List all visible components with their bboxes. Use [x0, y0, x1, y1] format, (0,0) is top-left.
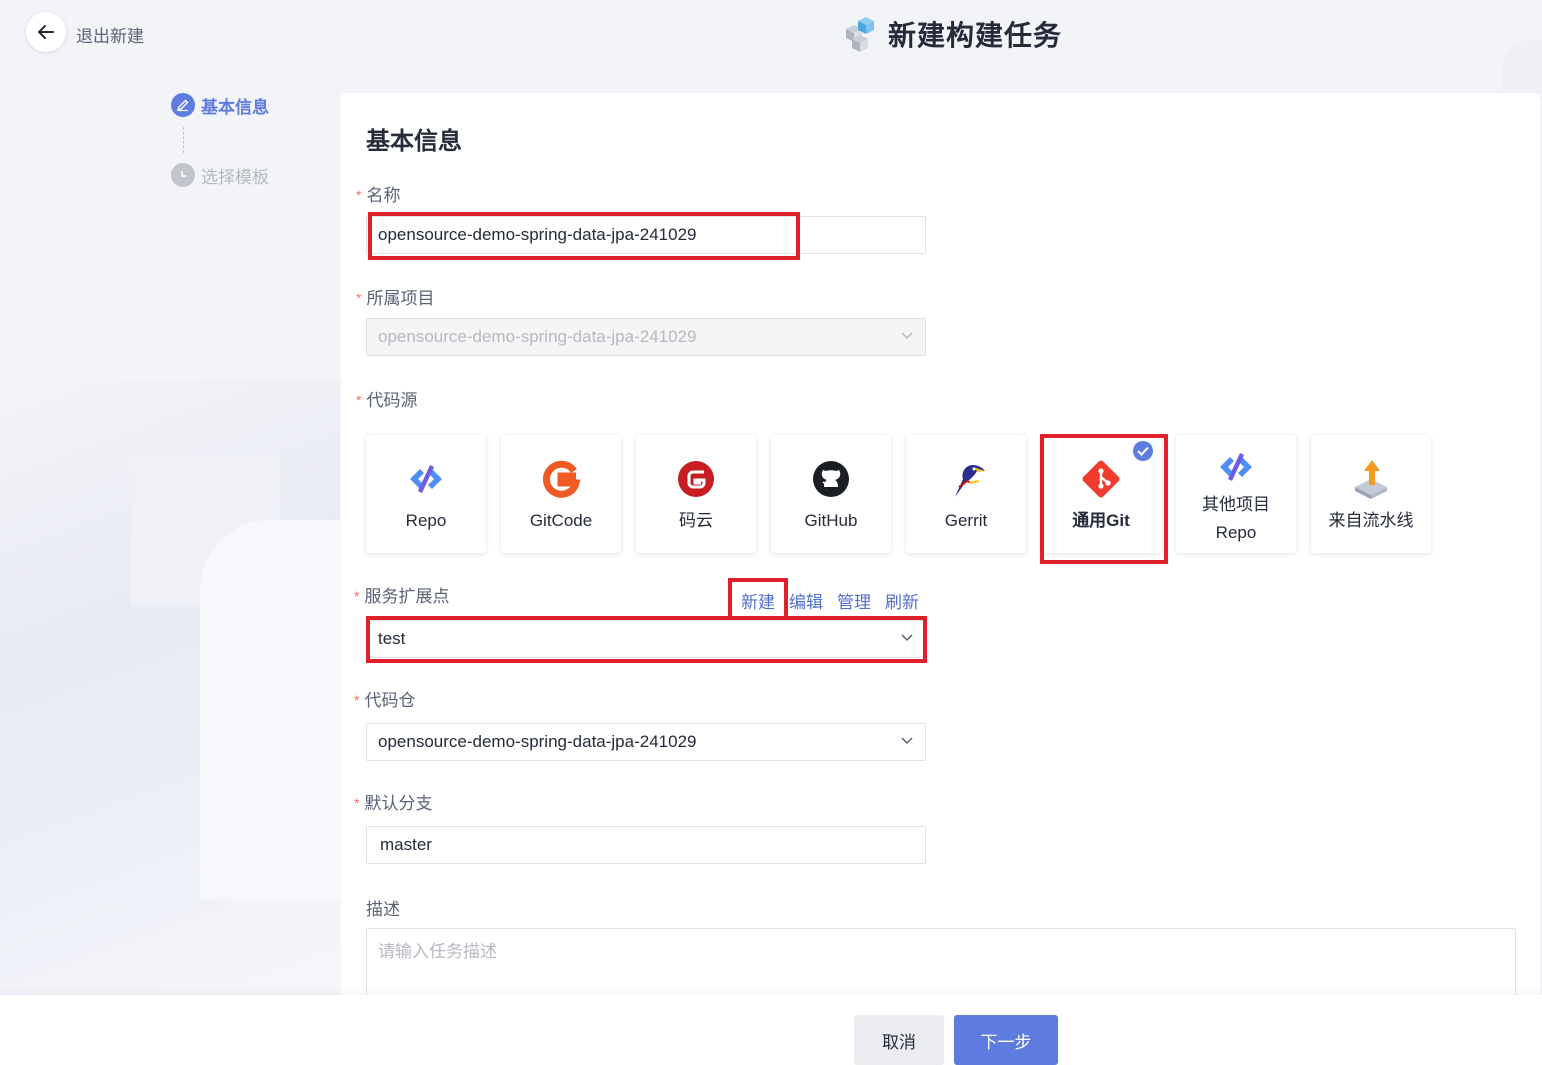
source-from-pipeline[interactable]: 来自流水线 [1311, 435, 1431, 553]
cancel-button[interactable]: 取消 [854, 1015, 944, 1065]
new-endpoint-link[interactable]: 新建 [741, 588, 775, 613]
endpoint-links: 新建 编辑 管理 刷新 [741, 588, 919, 613]
step-connector [183, 127, 184, 153]
description-label: 描述 [366, 900, 400, 919]
gitcode-icon [541, 459, 581, 499]
back-label[interactable]: 退出新建 [76, 22, 144, 47]
branch-input[interactable]: master [366, 826, 926, 864]
edit-endpoint-link[interactable]: 编辑 [789, 588, 823, 613]
source-repo[interactable]: Repo [366, 435, 486, 553]
code-source-label: * 代码源 [356, 391, 418, 410]
endpoint-label: * 服务扩展点 [354, 587, 450, 606]
clock-icon [171, 163, 195, 187]
project-select: opensource-demo-spring-data-jpa-241029 [366, 318, 926, 356]
git-icon [1081, 459, 1121, 499]
refresh-endpoint-link[interactable]: 刷新 [885, 588, 919, 613]
step-navigator: 基本信息 选择模板 [171, 93, 269, 187]
step-label: 基本信息 [201, 97, 269, 117]
page-header: 新建构建任务 [838, 14, 1062, 54]
source-gitcode[interactable]: GitCode [501, 435, 621, 553]
project-label: * 所属项目 [356, 289, 435, 308]
repo-label: * 代码仓 [354, 691, 416, 710]
source-generic-git[interactable]: 通用Git [1041, 435, 1161, 553]
github-icon [812, 459, 850, 499]
footer-bar: 取消 下一步 [0, 995, 1542, 1065]
page-title: 新建构建任务 [888, 20, 1063, 51]
source-gerrit[interactable]: Gerrit [906, 435, 1026, 553]
name-label: * 名称 [356, 186, 401, 205]
manage-endpoint-link[interactable]: 管理 [837, 588, 871, 613]
step-basic-info[interactable]: 基本信息 [171, 93, 269, 117]
form-card: 基本信息 * 名称 opensource-demo-spring-data-jpa… [341, 93, 1540, 1013]
section-title: 基本信息 [366, 128, 462, 155]
background-shape [1502, 40, 1542, 100]
back-button[interactable] [26, 12, 66, 52]
check-icon [1133, 441, 1153, 461]
arrow-left-icon [38, 25, 54, 39]
repo-select[interactable]: opensource-demo-spring-data-jpa-241029 [366, 723, 926, 761]
repo-icon [1216, 447, 1256, 487]
source-github[interactable]: GitHub [771, 435, 891, 553]
chevron-down-icon [901, 737, 913, 745]
repo-icon [406, 459, 446, 499]
step-select-template[interactable]: 选择模板 [171, 163, 269, 187]
chevron-down-icon [901, 332, 913, 340]
endpoint-select[interactable]: test [366, 620, 926, 658]
branch-label: * 默认分支 [354, 794, 433, 813]
source-gitee[interactable]: 码云 [636, 435, 756, 553]
edit-icon [171, 93, 195, 117]
name-input[interactable]: opensource-demo-spring-data-jpa-241029 [366, 216, 926, 254]
gitee-icon [677, 459, 715, 499]
background-shape [200, 520, 340, 900]
gerrit-icon [945, 459, 987, 499]
build-cubes-icon [846, 17, 874, 52]
next-button[interactable]: 下一步 [954, 1015, 1058, 1065]
chevron-down-icon [901, 634, 913, 642]
pipeline-icon [1349, 459, 1393, 499]
source-other-project-repo[interactable]: 其他项目 Repo [1176, 435, 1296, 553]
step-label: 选择模板 [201, 167, 269, 187]
